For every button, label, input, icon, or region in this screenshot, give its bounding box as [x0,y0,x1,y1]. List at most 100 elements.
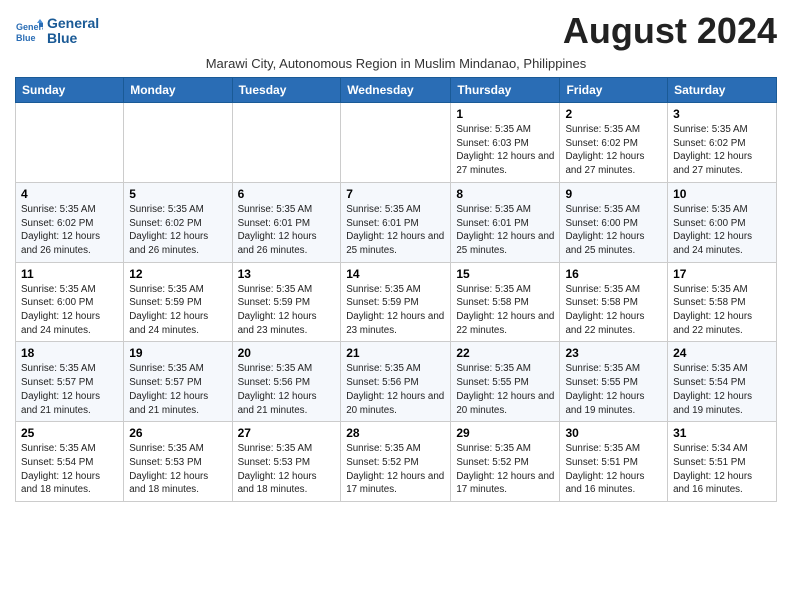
day-number: 21 [346,346,445,360]
day-number: 7 [346,187,445,201]
calendar-cell: 1Sunrise: 5:35 AM Sunset: 6:03 PM Daylig… [451,103,560,183]
day-number: 9 [565,187,662,201]
day-info: Sunrise: 5:35 AM Sunset: 6:00 PM Dayligh… [673,203,771,258]
day-number: 26 [129,426,226,440]
calendar-cell: 17 Sunrise: 5:35 AM Sunset: 5:58 PM Dayli… [668,262,777,342]
day-number: 12 [129,267,226,281]
day-number: 15 [456,267,554,281]
day-info: Sunrise: 5:34 AM Sunset: 5:51 PM Dayligh… [673,442,771,497]
calendar-cell: 11 Sunrise: 5:35 AM Sunset: 6:00 PM Dayli… [16,262,124,342]
day-number: 17 [673,267,771,281]
calendar-week-4: 18 Sunrise: 5:35 AM Sunset: 5:57 PM Dayli… [16,342,777,422]
calendar-cell: 9 Sunrise: 5:35 AM Sunset: 6:00 PM Daylig… [560,182,668,262]
calendar-cell: 13Sunrise: 5:35 AM Sunset: 5:59 PM Dayli… [232,262,341,342]
calendar-week-5: 25 Sunrise: 5:35 AM Sunset: 5:54 PM Dayli… [16,422,777,502]
calendar-cell: 30 Sunrise: 5:35 AM Sunset: 5:51 PM Dayli… [560,422,668,502]
day-number: 29 [456,426,554,440]
day-info: Sunrise: 5:35 AM Sunset: 6:02 PM Dayligh… [21,203,118,258]
calendar-table: SundayMondayTuesdayWednesdayThursdayFrid… [15,77,777,502]
header-friday: Friday [560,78,668,103]
day-number: 27 [238,426,336,440]
calendar-cell [341,103,451,183]
calendar-cell [124,103,232,183]
day-info: Sunrise: 5:35 AM Sunset: 5:52 PM Dayligh… [456,442,554,497]
day-number: 5 [129,187,226,201]
calendar-cell: 4 Sunrise: 5:35 AM Sunset: 6:02 PM Daylig… [16,182,124,262]
day-info: Sunrise: 5:35 AM Sunset: 5:58 PM Dayligh… [565,283,662,338]
day-number: 30 [565,426,662,440]
day-info: Sunrise: 5:35 AM Sunset: 5:58 PM Dayligh… [673,283,771,338]
day-number: 25 [21,426,118,440]
day-number: 20 [238,346,336,360]
day-info: Sunrise: 5:35 AM Sunset: 5:57 PM Dayligh… [129,362,226,417]
header-tuesday: Tuesday [232,78,341,103]
day-info: Sunrise: 5:35 AM Sunset: 5:55 PM Dayligh… [565,362,662,417]
calendar-cell: 31 Sunrise: 5:34 AM Sunset: 5:51 PM Dayli… [668,422,777,502]
day-number: 24 [673,346,771,360]
day-number: 10 [673,187,771,201]
page-header: General Blue General Blue August 2024 [15,10,777,52]
day-info: Sunrise: 5:35 AM Sunset: 6:00 PM Dayligh… [565,203,662,258]
calendar-cell: 2 Sunrise: 5:35 AM Sunset: 6:02 PM Daylig… [560,103,668,183]
day-info: Sunrise: 5:35 AM Sunset: 5:59 PM Dayligh… [238,283,336,338]
calendar-cell: 10 Sunrise: 5:35 AM Sunset: 6:00 PM Dayli… [668,182,777,262]
calendar-cell: 20 Sunrise: 5:35 AM Sunset: 5:56 PM Dayli… [232,342,341,422]
day-number: 2 [565,107,662,121]
calendar-cell: 15 Sunrise: 5:35 AM Sunset: 5:58 PM Dayli… [451,262,560,342]
calendar-cell: 19Sunrise: 5:35 AM Sunset: 5:57 PM Dayli… [124,342,232,422]
day-number: 18 [21,346,118,360]
day-info: Sunrise: 5:35 AM Sunset: 5:52 PM Dayligh… [346,442,445,497]
calendar-cell: 26 Sunrise: 5:35 AM Sunset: 5:53 PM Dayli… [124,422,232,502]
calendar-week-3: 11 Sunrise: 5:35 AM Sunset: 6:00 PM Dayli… [16,262,777,342]
day-number: 28 [346,426,445,440]
day-number: 22 [456,346,554,360]
logo-line2: Blue [47,31,99,46]
day-number: 6 [238,187,336,201]
calendar-cell [232,103,341,183]
calendar-cell: 6 Sunrise: 5:35 AM Sunset: 6:01 PM Daylig… [232,182,341,262]
calendar-cell: 28 Sunrise: 5:35 AM Sunset: 5:52 PM Dayli… [341,422,451,502]
day-info: Sunrise: 5:35 AM Sunset: 6:02 PM Dayligh… [129,203,226,258]
day-number: 4 [21,187,118,201]
day-info: Sunrise: 5:35 AM Sunset: 5:51 PM Dayligh… [565,442,662,497]
day-info: Sunrise: 5:35 AM Sunset: 5:54 PM Dayligh… [673,362,771,417]
day-info: Sunrise: 5:35 AM Sunset: 5:59 PM Dayligh… [129,283,226,338]
day-info: Sunrise: 5:35 AM Sunset: 6:01 PM Dayligh… [346,203,445,258]
day-info: Sunrise: 5:35 AM Sunset: 5:53 PM Dayligh… [238,442,336,497]
day-number: 11 [21,267,118,281]
day-info: Sunrise: 5:35 AM Sunset: 5:53 PM Dayligh… [129,442,226,497]
day-info: Sunrise: 5:35 AM Sunset: 6:01 PM Dayligh… [238,203,336,258]
calendar-week-2: 4 Sunrise: 5:35 AM Sunset: 6:02 PM Daylig… [16,182,777,262]
calendar-week-1: 1Sunrise: 5:35 AM Sunset: 6:03 PM Daylig… [16,103,777,183]
day-info: Sunrise: 5:35 AM Sunset: 5:58 PM Dayligh… [456,283,554,338]
svg-text:General: General [16,22,43,32]
calendar-cell: 14Sunrise: 5:35 AM Sunset: 5:59 PM Dayli… [341,262,451,342]
day-number: 23 [565,346,662,360]
calendar-cell [16,103,124,183]
calendar-cell: 23 Sunrise: 5:35 AM Sunset: 5:55 PM Dayli… [560,342,668,422]
calendar-cell: 8Sunrise: 5:35 AM Sunset: 6:01 PM Daylig… [451,182,560,262]
calendar-cell: 18 Sunrise: 5:35 AM Sunset: 5:57 PM Dayli… [16,342,124,422]
header-saturday: Saturday [668,78,777,103]
logo: General Blue General Blue [15,16,99,47]
day-info: Sunrise: 5:35 AM Sunset: 5:57 PM Dayligh… [21,362,118,417]
calendar-cell: 12 Sunrise: 5:35 AM Sunset: 5:59 PM Dayli… [124,262,232,342]
day-info: Sunrise: 5:35 AM Sunset: 5:59 PM Dayligh… [346,283,445,338]
logo-text: General Blue [47,16,99,47]
calendar-cell: 22Sunrise: 5:35 AM Sunset: 5:55 PM Dayli… [451,342,560,422]
day-info: Sunrise: 5:35 AM Sunset: 6:00 PM Dayligh… [21,283,118,338]
calendar-cell: 21 Sunrise: 5:35 AM Sunset: 5:56 PM Dayli… [341,342,451,422]
day-info: Sunrise: 5:35 AM Sunset: 5:54 PM Dayligh… [21,442,118,497]
calendar-cell: 7 Sunrise: 5:35 AM Sunset: 6:01 PM Daylig… [341,182,451,262]
header-monday: Monday [124,78,232,103]
day-info: Sunrise: 5:35 AM Sunset: 6:02 PM Dayligh… [565,123,662,178]
day-number: 31 [673,426,771,440]
calendar-cell: 25 Sunrise: 5:35 AM Sunset: 5:54 PM Dayli… [16,422,124,502]
calendar-cell: 16Sunrise: 5:35 AM Sunset: 5:58 PM Dayli… [560,262,668,342]
header-thursday: Thursday [451,78,560,103]
day-info: Sunrise: 5:35 AM Sunset: 5:56 PM Dayligh… [238,362,336,417]
day-info: Sunrise: 5:35 AM Sunset: 6:01 PM Dayligh… [456,203,554,258]
day-info: Sunrise: 5:35 AM Sunset: 5:56 PM Dayligh… [346,362,445,417]
header-sunday: Sunday [16,78,124,103]
month-title: August 2024 [563,10,777,52]
